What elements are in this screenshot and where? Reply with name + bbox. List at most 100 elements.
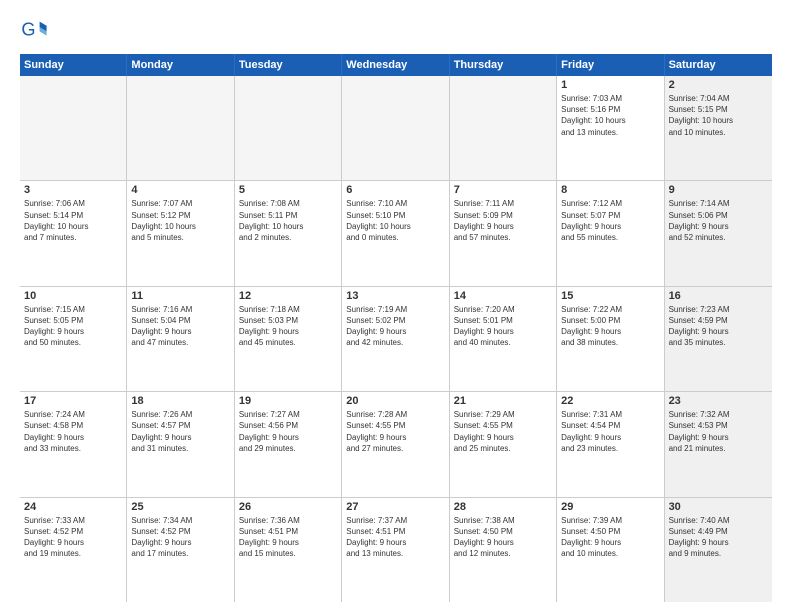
day-info: Sunrise: 7:06 AM Sunset: 5:14 PM Dayligh…	[24, 198, 122, 243]
day-number: 23	[669, 395, 768, 407]
day-info: Sunrise: 7:20 AM Sunset: 5:01 PM Dayligh…	[454, 304, 552, 349]
day-number: 8	[561, 184, 659, 196]
calendar-cell-12: 12 Sunrise: 7:18 AM Sunset: 5:03 PM Dayli…	[235, 287, 342, 391]
header-day-tuesday: Tuesday	[235, 54, 342, 76]
calendar-cell-empty	[20, 76, 127, 180]
day-info: Sunrise: 7:03 AM Sunset: 5:16 PM Dayligh…	[561, 93, 659, 138]
day-number: 6	[346, 184, 444, 196]
header-day-sunday: Sunday	[20, 54, 127, 76]
calendar-cell-14: 14 Sunrise: 7:20 AM Sunset: 5:01 PM Dayli…	[450, 287, 557, 391]
calendar-cell-empty	[342, 76, 449, 180]
day-number: 20	[346, 395, 444, 407]
day-info: Sunrise: 7:10 AM Sunset: 5:10 PM Dayligh…	[346, 198, 444, 243]
day-info: Sunrise: 7:18 AM Sunset: 5:03 PM Dayligh…	[239, 304, 337, 349]
day-info: Sunrise: 7:36 AM Sunset: 4:51 PM Dayligh…	[239, 515, 337, 560]
calendar-cell-empty	[127, 76, 234, 180]
day-number: 13	[346, 290, 444, 302]
day-number: 3	[24, 184, 122, 196]
calendar-cell-21: 21Sunrise: 7:29 AM Sunset: 4:55 PM Dayli…	[450, 392, 557, 496]
day-info: Sunrise: 7:22 AM Sunset: 5:00 PM Dayligh…	[561, 304, 659, 349]
header-day-monday: Monday	[127, 54, 234, 76]
calendar-cell-2: 2Sunrise: 7:04 AM Sunset: 5:15 PM Daylig…	[665, 76, 772, 180]
calendar-cell-25: 25Sunrise: 7:34 AM Sunset: 4:52 PM Dayli…	[127, 498, 234, 602]
calendar-cell-4: 4 Sunrise: 7:07 AM Sunset: 5:12 PM Daylig…	[127, 181, 234, 285]
calendar-cell-8: 8 Sunrise: 7:12 AM Sunset: 5:07 PM Daylig…	[557, 181, 664, 285]
calendar-cell-5: 5 Sunrise: 7:08 AM Sunset: 5:11 PM Daylig…	[235, 181, 342, 285]
day-info: Sunrise: 7:27 AM Sunset: 4:56 PM Dayligh…	[239, 409, 337, 454]
calendar-week-1: 3 Sunrise: 7:06 AM Sunset: 5:14 PM Daylig…	[20, 181, 772, 286]
header-day-saturday: Saturday	[665, 54, 772, 76]
day-info: Sunrise: 7:04 AM Sunset: 5:15 PM Dayligh…	[669, 93, 768, 138]
day-number: 25	[131, 501, 229, 513]
calendar-cell-16: 16 Sunrise: 7:23 AM Sunset: 4:59 PM Dayli…	[665, 287, 772, 391]
header-day-wednesday: Wednesday	[342, 54, 449, 76]
calendar-week-3: 17 Sunrise: 7:24 AM Sunset: 4:58 PM Dayli…	[20, 392, 772, 497]
day-number: 10	[24, 290, 122, 302]
day-info: Sunrise: 7:38 AM Sunset: 4:50 PM Dayligh…	[454, 515, 552, 560]
day-info: Sunrise: 7:28 AM Sunset: 4:55 PM Dayligh…	[346, 409, 444, 454]
calendar-cell-15: 15 Sunrise: 7:22 AM Sunset: 5:00 PM Dayli…	[557, 287, 664, 391]
day-info: Sunrise: 7:08 AM Sunset: 5:11 PM Dayligh…	[239, 198, 337, 243]
calendar-cell-7: 7 Sunrise: 7:11 AM Sunset: 5:09 PM Daylig…	[450, 181, 557, 285]
calendar-cell-23: 23 Sunrise: 7:32 AM Sunset: 4:53 PM Dayli…	[665, 392, 772, 496]
day-number: 4	[131, 184, 229, 196]
header-day-friday: Friday	[557, 54, 664, 76]
day-info: Sunrise: 7:19 AM Sunset: 5:02 PM Dayligh…	[346, 304, 444, 349]
day-info: Sunrise: 7:29 AM Sunset: 4:55 PM Dayligh…	[454, 409, 552, 454]
calendar-cell-3: 3 Sunrise: 7:06 AM Sunset: 5:14 PM Daylig…	[20, 181, 127, 285]
calendar-header: SundayMondayTuesdayWednesdayThursdayFrid…	[20, 54, 772, 76]
calendar-cell-empty	[235, 76, 342, 180]
calendar-cell-9: 9Sunrise: 7:14 AM Sunset: 5:06 PM Daylig…	[665, 181, 772, 285]
header: G	[20, 16, 772, 44]
page: G SundayMondayTuesdayWednesdayThursdayFr…	[0, 0, 792, 612]
day-number: 27	[346, 501, 444, 513]
day-number: 26	[239, 501, 337, 513]
day-number: 1	[561, 79, 659, 91]
calendar-week-2: 10 Sunrise: 7:15 AM Sunset: 5:05 PM Dayli…	[20, 287, 772, 392]
day-info: Sunrise: 7:33 AM Sunset: 4:52 PM Dayligh…	[24, 515, 122, 560]
calendar-cell-22: 22 Sunrise: 7:31 AM Sunset: 4:54 PM Dayli…	[557, 392, 664, 496]
day-number: 16	[669, 290, 768, 302]
day-number: 30	[669, 501, 768, 513]
day-number: 18	[131, 395, 229, 407]
day-info: Sunrise: 7:26 AM Sunset: 4:57 PM Dayligh…	[131, 409, 229, 454]
day-number: 12	[239, 290, 337, 302]
calendar-cell-10: 10 Sunrise: 7:15 AM Sunset: 5:05 PM Dayli…	[20, 287, 127, 391]
calendar-cell-6: 6 Sunrise: 7:10 AM Sunset: 5:10 PM Daylig…	[342, 181, 449, 285]
calendar-cell-29: 29 Sunrise: 7:39 AM Sunset: 4:50 PM Dayli…	[557, 498, 664, 602]
calendar-cell-1: 1 Sunrise: 7:03 AM Sunset: 5:16 PM Daylig…	[557, 76, 664, 180]
day-info: Sunrise: 7:23 AM Sunset: 4:59 PM Dayligh…	[669, 304, 768, 349]
calendar-week-0: 1 Sunrise: 7:03 AM Sunset: 5:16 PM Daylig…	[20, 76, 772, 181]
day-number: 29	[561, 501, 659, 513]
day-info: Sunrise: 7:12 AM Sunset: 5:07 PM Dayligh…	[561, 198, 659, 243]
calendar: SundayMondayTuesdayWednesdayThursdayFrid…	[20, 54, 772, 602]
calendar-cell-18: 18 Sunrise: 7:26 AM Sunset: 4:57 PM Dayli…	[127, 392, 234, 496]
day-info: Sunrise: 7:31 AM Sunset: 4:54 PM Dayligh…	[561, 409, 659, 454]
calendar-body: 1 Sunrise: 7:03 AM Sunset: 5:16 PM Daylig…	[20, 76, 772, 602]
day-info: Sunrise: 7:32 AM Sunset: 4:53 PM Dayligh…	[669, 409, 768, 454]
day-number: 17	[24, 395, 122, 407]
header-day-thursday: Thursday	[450, 54, 557, 76]
day-number: 5	[239, 184, 337, 196]
calendar-cell-empty	[450, 76, 557, 180]
day-number: 22	[561, 395, 659, 407]
day-info: Sunrise: 7:07 AM Sunset: 5:12 PM Dayligh…	[131, 198, 229, 243]
calendar-cell-27: 27Sunrise: 7:37 AM Sunset: 4:51 PM Dayli…	[342, 498, 449, 602]
calendar-cell-19: 19Sunrise: 7:27 AM Sunset: 4:56 PM Dayli…	[235, 392, 342, 496]
calendar-cell-11: 11Sunrise: 7:16 AM Sunset: 5:04 PM Dayli…	[127, 287, 234, 391]
day-number: 7	[454, 184, 552, 196]
day-info: Sunrise: 7:15 AM Sunset: 5:05 PM Dayligh…	[24, 304, 122, 349]
day-info: Sunrise: 7:24 AM Sunset: 4:58 PM Dayligh…	[24, 409, 122, 454]
calendar-cell-28: 28Sunrise: 7:38 AM Sunset: 4:50 PM Dayli…	[450, 498, 557, 602]
day-info: Sunrise: 7:14 AM Sunset: 5:06 PM Dayligh…	[669, 198, 768, 243]
calendar-cell-17: 17 Sunrise: 7:24 AM Sunset: 4:58 PM Dayli…	[20, 392, 127, 496]
calendar-cell-13: 13 Sunrise: 7:19 AM Sunset: 5:02 PM Dayli…	[342, 287, 449, 391]
calendar-cell-30: 30Sunrise: 7:40 AM Sunset: 4:49 PM Dayli…	[665, 498, 772, 602]
day-number: 11	[131, 290, 229, 302]
day-info: Sunrise: 7:39 AM Sunset: 4:50 PM Dayligh…	[561, 515, 659, 560]
calendar-cell-24: 24Sunrise: 7:33 AM Sunset: 4:52 PM Dayli…	[20, 498, 127, 602]
day-number: 15	[561, 290, 659, 302]
day-number: 14	[454, 290, 552, 302]
svg-text:G: G	[21, 20, 35, 40]
day-info: Sunrise: 7:11 AM Sunset: 5:09 PM Dayligh…	[454, 198, 552, 243]
